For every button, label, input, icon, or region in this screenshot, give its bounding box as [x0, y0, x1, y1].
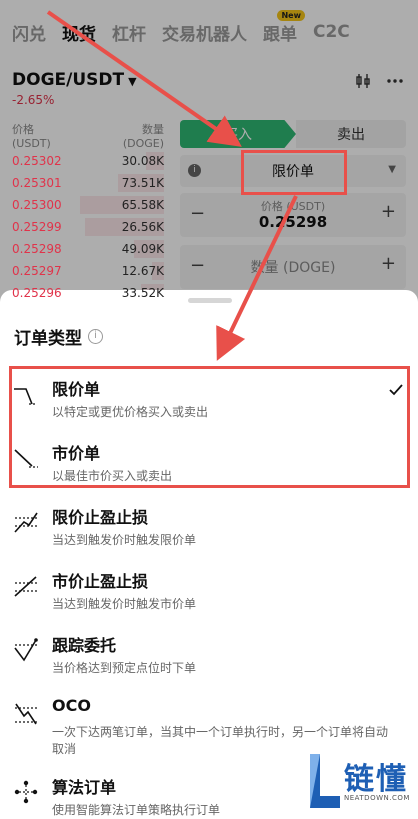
- option-name: 跟踪委托: [52, 636, 117, 655]
- orderbook-price: 0.25301: [12, 176, 62, 190]
- orderbook-qty: 65.58K: [121, 198, 164, 212]
- option-name: 限价止盈止损: [52, 508, 149, 527]
- option-trailing-order[interactable]: 跟踪委托 当价格达到预定点位时下单: [0, 626, 418, 688]
- option-desc: 当达到触发价时触发市价单: [52, 597, 197, 611]
- market-tpsl-icon: [14, 576, 37, 597]
- watermark-logo: 链懂 NEATDOWN.COM: [304, 748, 414, 814]
- orderbook-qty: 30.08K: [121, 154, 164, 168]
- watermark-text: 链懂: [344, 762, 408, 797]
- orderbook-qty: 12.67K: [121, 264, 164, 278]
- orderbook-price: 0.25300: [12, 198, 62, 212]
- orderbook-price: 0.25297: [12, 264, 62, 278]
- trailing-order-icon: [14, 638, 38, 662]
- orderbook-price: 0.25302: [12, 154, 62, 168]
- sheet-title: 订单类型 i: [14, 324, 103, 349]
- option-name: 市价止盈止损: [52, 572, 149, 591]
- option-desc: 当达到触发价时触发限价单: [52, 533, 197, 547]
- orderbook-qty: 73.51K: [121, 176, 164, 190]
- watermark-sub: NEATDOWN.COM: [344, 794, 410, 802]
- limit-tpsl-icon: [14, 512, 38, 533]
- orderbook-qty: 33.52K: [121, 286, 164, 300]
- sheet-handle[interactable]: [188, 298, 232, 303]
- option-name: 算法订单: [52, 778, 117, 797]
- algo-order-icon: [14, 780, 38, 804]
- option-limit-tpsl[interactable]: 限价止盈止损 当达到触发价时触发限价单: [0, 498, 418, 560]
- option-name: OCO: [52, 696, 91, 715]
- oco-icon: [15, 703, 37, 725]
- orderbook-qty: 26.56K: [121, 220, 164, 234]
- annotation-box-order-type: [241, 150, 347, 195]
- sheet-title-text: 订单类型: [14, 329, 82, 349]
- annotation-box-options: [9, 366, 410, 488]
- orderbook-price: 0.25298: [12, 242, 62, 256]
- orderbook-price: 0.25296: [12, 286, 62, 300]
- option-desc: 当价格达到预定点位时下单: [52, 661, 197, 675]
- orderbook-price: 0.25299: [12, 220, 62, 234]
- option-market-tpsl[interactable]: 市价止盈止损 当达到触发价时触发市价单: [0, 562, 418, 624]
- info-icon[interactable]: i: [88, 329, 103, 344]
- orderbook-qty: 49.09K: [121, 242, 164, 256]
- logo-l-icon: [310, 754, 340, 808]
